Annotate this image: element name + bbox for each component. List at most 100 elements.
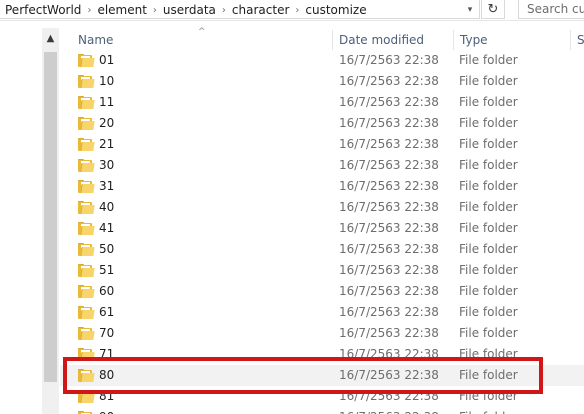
column-header-date[interactable]: Date modified — [333, 30, 453, 50]
file-date-modified: 16/7/2563 22:38 — [339, 74, 439, 88]
search-placeholder: Search custo — [527, 2, 584, 16]
file-type: File folder — [459, 74, 518, 88]
file-type: File folder — [459, 305, 518, 319]
chevron-down-icon[interactable]: ▾ — [462, 3, 478, 17]
folder-icon — [78, 327, 95, 340]
file-type: File folder — [459, 53, 518, 67]
file-name: 61 — [99, 305, 115, 319]
folder-icon — [78, 96, 95, 109]
breadcrumb-perfectworld[interactable]: PerfectWorld — [4, 3, 82, 17]
file-type: File folder — [459, 116, 518, 130]
folder-icon — [78, 243, 95, 256]
file-type: File folder — [459, 95, 518, 109]
chevron-right-icon[interactable]: › — [217, 5, 231, 16]
file-explorer-window: PerfectWorld › element › userdata › char… — [0, 0, 584, 414]
list-item[interactable]: 31 16/7/2563 22:38 File folder — [60, 176, 584, 197]
column-name-label: Name — [78, 33, 114, 47]
file-date-modified: 16/7/2563 22:38 — [339, 53, 439, 67]
folder-icon — [78, 180, 95, 193]
list-item[interactable]: 90 16/7/2563 22:38 File folder — [60, 407, 584, 414]
list-item[interactable]: 30 16/7/2563 22:38 File folder — [60, 155, 584, 176]
list-item[interactable]: 10 16/7/2563 22:38 File folder — [60, 71, 584, 92]
file-name: 41 — [99, 221, 115, 235]
file-type: File folder — [459, 242, 518, 256]
folder-icon — [78, 159, 95, 172]
list-item[interactable]: 50 16/7/2563 22:38 File folder — [60, 239, 584, 260]
breadcrumb-userdata[interactable]: userdata — [162, 3, 217, 17]
breadcrumb-element[interactable]: element — [96, 3, 147, 17]
folder-icon — [78, 306, 95, 319]
file-type: File folder — [459, 158, 518, 172]
file-date-modified: 16/7/2563 22:38 — [339, 407, 439, 414]
file-type: File folder — [459, 263, 518, 277]
chevron-right-icon[interactable]: › — [82, 5, 96, 16]
breadcrumb-customize[interactable]: customize — [304, 3, 367, 17]
folder-icon — [78, 201, 95, 214]
file-name: 10 — [99, 74, 115, 88]
file-date-modified: 16/7/2563 22:38 — [339, 221, 439, 235]
column-headers: Name ^ Date modified Type S — [60, 27, 584, 50]
list-item[interactable]: 40 16/7/2563 22:38 File folder — [60, 197, 584, 218]
search-input[interactable]: Search custo — [518, 0, 584, 19]
file-name: 11 — [99, 95, 115, 109]
folder-icon — [78, 222, 95, 235]
column-header-type[interactable]: Type — [454, 30, 570, 50]
file-date-modified: 16/7/2563 22:38 — [339, 284, 439, 298]
list-item[interactable]: 20 16/7/2563 22:38 File folder — [60, 113, 584, 134]
list-item[interactable]: 41 16/7/2563 22:38 File folder — [60, 218, 584, 239]
address-bar[interactable]: PerfectWorld › element › userdata › char… — [0, 0, 480, 19]
file-date-modified: 16/7/2563 22:38 — [339, 326, 439, 340]
file-name: 40 — [99, 200, 115, 214]
breadcrumb: PerfectWorld › element › userdata › char… — [4, 2, 368, 18]
list-item[interactable]: 60 16/7/2563 22:38 File folder — [60, 281, 584, 302]
folder-icon — [78, 285, 95, 298]
folder-icon — [78, 264, 95, 277]
refresh-button[interactable]: ↻ — [481, 0, 505, 19]
sort-ascending-icon: ^ — [198, 27, 206, 37]
chevron-right-icon[interactable]: › — [148, 5, 162, 16]
scroll-up-arrow-icon[interactable]: ▲ — [42, 28, 59, 48]
chevron-right-icon[interactable]: › — [290, 5, 304, 16]
list-item[interactable]: 61 16/7/2563 22:38 File folder — [60, 302, 584, 323]
file-name: 60 — [99, 284, 115, 298]
toolbar: PerfectWorld › element › userdata › char… — [0, 0, 584, 21]
file-type: File folder — [459, 200, 518, 214]
file-type: File folder — [459, 179, 518, 193]
file-name: 01 — [99, 53, 115, 67]
file-type: File folder — [459, 284, 518, 298]
file-type: File folder — [459, 326, 518, 340]
column-size-label: S — [577, 33, 584, 47]
folder-icon — [78, 138, 95, 151]
file-date-modified: 16/7/2563 22:38 — [339, 158, 439, 172]
list-item[interactable]: 01 16/7/2563 22:38 File folder — [60, 50, 584, 71]
file-type: File folder — [459, 221, 518, 235]
file-date-modified: 16/7/2563 22:38 — [339, 305, 439, 319]
file-name: 30 — [99, 158, 115, 172]
scrollbar-thumb[interactable] — [44, 52, 57, 382]
file-name: 90 — [99, 407, 114, 414]
file-name: 70 — [99, 326, 115, 340]
column-type-label: Type — [460, 33, 488, 47]
file-type: File folder — [459, 407, 518, 414]
file-date-modified: 16/7/2563 22:38 — [339, 95, 439, 109]
folder-icon — [78, 54, 95, 67]
file-name: 31 — [99, 179, 115, 193]
file-date-modified: 16/7/2563 22:38 — [339, 200, 439, 214]
list-item[interactable]: 21 16/7/2563 22:38 File folder — [60, 134, 584, 155]
list-item[interactable]: 51 16/7/2563 22:38 File folder — [60, 260, 584, 281]
list-item[interactable]: 11 16/7/2563 22:38 File folder — [60, 92, 584, 113]
file-date-modified: 16/7/2563 22:38 — [339, 116, 439, 130]
list-item[interactable]: 70 16/7/2563 22:38 File folder — [60, 323, 584, 344]
file-date-modified: 16/7/2563 22:38 — [339, 242, 439, 256]
breadcrumb-character[interactable]: character — [231, 3, 290, 17]
file-name: 20 — [99, 116, 115, 130]
file-date-modified: 16/7/2563 22:38 — [339, 137, 439, 151]
column-header-size[interactable]: S — [571, 30, 584, 50]
refresh-icon: ↻ — [487, 1, 499, 17]
red-highlight-box — [63, 357, 543, 394]
folder-icon — [78, 117, 95, 130]
file-date-modified: 16/7/2563 22:38 — [339, 263, 439, 277]
file-type: File folder — [459, 137, 518, 151]
file-name: 21 — [99, 137, 115, 151]
file-name: 50 — [99, 242, 115, 256]
